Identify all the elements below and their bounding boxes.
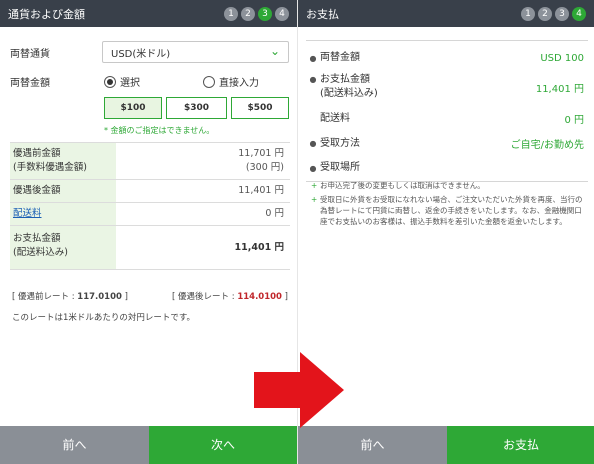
pre-discount-label: 優遇前金額 bbox=[13, 148, 61, 159]
amount-300-button[interactable]: $300 bbox=[166, 97, 227, 119]
currency-amount-panel: 通貨および金額 1 2 3 4 両替通貨 USD(米ドル) ⌄ 両替金額 選択 … bbox=[0, 0, 297, 464]
post-discount-value: 11,401 円 bbox=[238, 185, 284, 196]
note-item: + お申込完了後の変更もしくは取消はできません。 bbox=[311, 180, 587, 191]
post-discount-label: 優遇後金額 bbox=[10, 180, 116, 202]
receive-place-label: 受取場所 bbox=[320, 162, 360, 173]
chevron-down-icon: ⌄ bbox=[269, 44, 280, 58]
amount-label: 両替金額 bbox=[10, 78, 50, 89]
radio-unchecked-icon bbox=[203, 75, 215, 88]
shipping-fee-value: 0 円 bbox=[564, 115, 584, 126]
bullet-icon: ● bbox=[309, 53, 317, 63]
bullet-icon: ● bbox=[309, 163, 317, 173]
rate-after: [ 優遇後レート : 114.0100 ] bbox=[172, 292, 288, 302]
payment-amount-value: 11,401 円 bbox=[234, 241, 284, 253]
rate-info: [ 優遇前レート : 117.0100 ] [ 優遇後レート : 114.010… bbox=[12, 290, 288, 302]
step-2: 2 bbox=[538, 6, 552, 21]
amount-100-button[interactable]: $100 bbox=[104, 97, 162, 119]
step-2: 2 bbox=[241, 6, 255, 21]
panel-header: 通貨および金額 1 2 3 4 bbox=[0, 0, 297, 27]
step-indicator: 1 2 3 4 bbox=[224, 6, 289, 21]
back-button[interactable]: 前へ bbox=[0, 426, 149, 464]
receive-method-value: ご自宅/お勤め先 bbox=[510, 140, 584, 151]
note-text: お申込完了後の変更もしくは取消はできません。 bbox=[320, 181, 485, 190]
fee-discount-value: (300 円) bbox=[245, 162, 284, 173]
fee-discount-label: (手数料優遇金額) bbox=[13, 162, 87, 173]
exchange-amount-label: 両替金額 bbox=[320, 52, 360, 63]
summary-row: ● 受取場所 bbox=[306, 159, 588, 177]
calculation-table: 優遇前金額 (手数料優遇金額) 11,701 円 (300 円) 優遇後金額 1… bbox=[10, 142, 290, 270]
step-3-current: 3 bbox=[258, 6, 272, 21]
rate-before-value: 117.0100 bbox=[77, 292, 122, 302]
payment-amount-value: 11,401 円 bbox=[535, 84, 584, 95]
table-row: 優遇前金額 (手数料優遇金額) 11,701 円 (300 円) bbox=[10, 143, 290, 180]
radio-select-amount[interactable]: 選択 bbox=[104, 74, 140, 89]
table-row: 優遇後金額 11,401 円 bbox=[10, 180, 290, 203]
payment-summary: ● 両替金額 USD 100 ● お支払金額 (配送料込み) 11,401 円 … bbox=[306, 40, 588, 182]
arrow-right-icon bbox=[254, 352, 344, 428]
bullet-icon: ● bbox=[309, 75, 317, 84]
summary-row: ● お支払金額 (配送料込み) 11,401 円 bbox=[306, 71, 588, 103]
back-button[interactable]: 前へ bbox=[298, 426, 447, 464]
plus-icon: + bbox=[311, 181, 318, 190]
payment-notes: + お申込完了後の変更もしくは取消はできません。 + 受取日に外貨をお受取になれ… bbox=[311, 180, 587, 230]
currency-select-value: USD(米ドル) bbox=[111, 48, 171, 60]
shipping-fee-value: 0 円 bbox=[265, 208, 284, 219]
next-button[interactable]: 次へ bbox=[149, 426, 297, 464]
amount-note: * 金額のご指定はできません。 bbox=[104, 126, 215, 135]
radio-checked-icon bbox=[104, 75, 116, 88]
plus-icon: + bbox=[311, 195, 318, 204]
radio-select-label: 選択 bbox=[120, 78, 140, 89]
table-row: 配送料 0 円 bbox=[10, 203, 290, 226]
step-indicator: 1 2 3 4 bbox=[521, 6, 586, 21]
payment-amount-sublabel: (配送料込み) bbox=[13, 247, 68, 258]
table-row: お支払金額 (配送料込み) 11,401 円 bbox=[10, 226, 290, 270]
shipping-fee-link[interactable]: 配送料 bbox=[13, 208, 42, 219]
payment-amount-sublabel: (配送料込み) bbox=[320, 88, 378, 99]
payment-amount-label: お支払金額 bbox=[13, 233, 61, 244]
receive-method-label: 受取方法 bbox=[320, 137, 360, 149]
pre-discount-value: 11,701 円 bbox=[238, 148, 284, 159]
panel-title: 通貨および金額 bbox=[8, 7, 85, 21]
amount-500-button[interactable]: $500 bbox=[231, 97, 289, 119]
radio-direct-input[interactable]: 直接入力 bbox=[203, 74, 259, 89]
step-1: 1 bbox=[224, 6, 238, 21]
summary-row: ● 両替金額 USD 100 bbox=[306, 49, 588, 67]
step-3: 3 bbox=[555, 6, 569, 21]
payment-amount-label: お支払金額 bbox=[320, 74, 370, 85]
shipping-fee-label: 配送料 bbox=[320, 112, 350, 124]
note-text: 受取日に外貨をお受取になれない場合、ご注文いただいた外貨を再度、当行の為替レート… bbox=[320, 195, 583, 226]
bullet-icon: ● bbox=[309, 139, 317, 148]
summary-row: ● 受取方法 ご自宅/お勤め先 bbox=[306, 134, 588, 153]
summary-row: 配送料 0 円 bbox=[306, 109, 588, 128]
step-4-current: 4 bbox=[572, 6, 586, 21]
currency-label: 両替通貨 bbox=[10, 49, 50, 60]
panel-title: お支払 bbox=[306, 7, 339, 21]
radio-direct-label: 直接入力 bbox=[219, 78, 259, 89]
note-item: + 受取日に外貨をお受取になれない場合、ご注文いただいた外貨を再度、当行の為替レ… bbox=[311, 194, 587, 227]
rate-before: [ 優遇前レート : 117.0100 ] bbox=[12, 292, 128, 302]
rate-after-value: 114.0100 bbox=[237, 292, 282, 302]
step-4: 4 bbox=[275, 6, 289, 21]
exchange-amount-value: USD 100 bbox=[540, 52, 584, 64]
rate-note: このレートは1米ドルあたりの対円レートです。 bbox=[12, 313, 196, 323]
panel-header: お支払 1 2 3 4 bbox=[298, 0, 594, 27]
currency-select[interactable]: USD(米ドル) ⌄ bbox=[102, 41, 289, 63]
step-1: 1 bbox=[521, 6, 535, 21]
pay-button[interactable]: お支払 bbox=[447, 426, 594, 464]
